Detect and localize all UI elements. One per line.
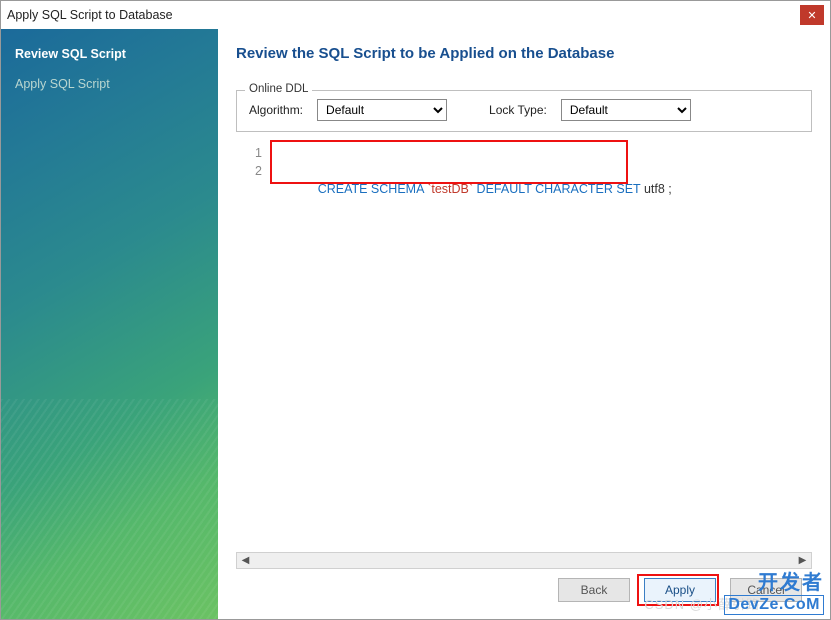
horizontal-scrollbar[interactable]: ◀ ▶ — [236, 552, 812, 569]
algorithm-select[interactable]: Default — [317, 99, 447, 121]
line-gutter: 1 2 — [236, 138, 268, 552]
sql-identifier: `testDB` — [427, 182, 473, 196]
watermark-bg: CSDN @小薛引路 — [644, 594, 760, 613]
sidebar-step-label: Review SQL Script — [15, 47, 126, 61]
online-ddl-group: Online DDL Algorithm: Default Lock Type:… — [236, 90, 812, 132]
sidebar-step-review[interactable]: Review SQL Script — [1, 39, 218, 69]
dialog-window: Apply SQL Script to Database ✕ Review SQ… — [0, 0, 831, 620]
lock-type-label: Lock Type: — [489, 103, 547, 117]
sql-editor: 1 2 CREATE SCHEMA `testDB` DEFAULT CHARA… — [236, 138, 812, 569]
sql-keyword: DEFAULT CHARACTER SET — [477, 182, 641, 196]
main-panel: Review the SQL Script to be Applied on t… — [218, 29, 830, 619]
window-title: Apply SQL Script to Database — [7, 8, 173, 22]
line-number: 2 — [236, 162, 262, 180]
sidebar-step-apply[interactable]: Apply SQL Script — [1, 69, 218, 99]
sql-editor-area[interactable]: 1 2 CREATE SCHEMA `testDB` DEFAULT CHARA… — [236, 138, 812, 552]
sql-code[interactable]: CREATE SCHEMA `testDB` DEFAULT CHARACTER… — [268, 138, 812, 552]
titlebar: Apply SQL Script to Database ✕ — [1, 1, 830, 29]
sql-text: utf8 ; — [640, 182, 671, 196]
group-legend: Online DDL — [245, 83, 312, 95]
sql-keyword: CREATE SCHEMA — [318, 182, 424, 196]
close-button[interactable]: ✕ — [800, 5, 824, 25]
lock-type-select[interactable]: Default — [561, 99, 691, 121]
wizard-sidebar: Review SQL Script Apply SQL Script — [1, 29, 218, 619]
close-icon: ✕ — [807, 9, 816, 22]
scroll-right-icon[interactable]: ▶ — [794, 553, 811, 568]
scroll-left-icon[interactable]: ◀ — [237, 553, 254, 568]
back-button[interactable]: Back — [558, 578, 630, 602]
algorithm-label: Algorithm: — [249, 103, 303, 117]
sidebar-step-label: Apply SQL Script — [15, 77, 110, 91]
dialog-body: Review SQL Script Apply SQL Script Revie… — [1, 29, 830, 619]
line-number: 1 — [236, 144, 262, 162]
page-title: Review the SQL Script to be Applied on t… — [236, 45, 812, 62]
annotation-box — [270, 140, 628, 184]
